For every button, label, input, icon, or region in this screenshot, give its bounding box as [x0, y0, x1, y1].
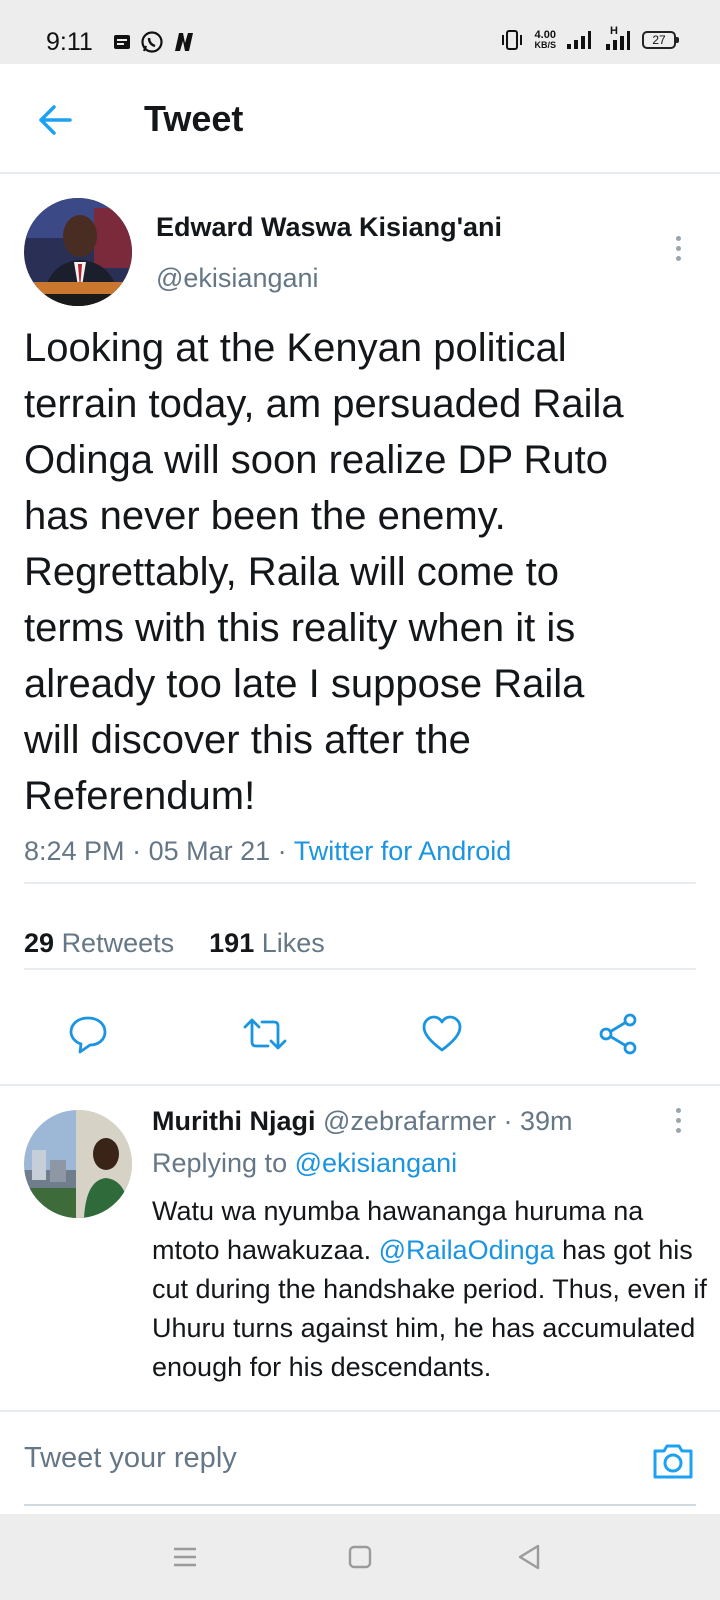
likes-stat[interactable]: 191 Likes	[209, 928, 325, 958]
share-icon	[599, 1013, 637, 1055]
triangle-back-icon	[518, 1544, 540, 1570]
tweet-stats: 29 Retweets 191 Likes	[24, 928, 325, 959]
home-nav-button[interactable]	[343, 1540, 377, 1574]
meta-separator: ·	[132, 836, 149, 866]
retweets-stat[interactable]: 29 Retweets	[24, 928, 174, 958]
signal-h-indicator: H	[602, 25, 632, 51]
tweet-actions	[0, 1012, 720, 1072]
replying-label: Replying to	[152, 1148, 288, 1178]
status-time: 9:11	[46, 28, 93, 56]
input-underline	[24, 1504, 696, 1506]
replying-to-handle[interactable]: @ekisiangani	[295, 1148, 458, 1178]
signal-icon	[567, 31, 591, 49]
reply-author-handle[interactable]: @zebrafarmer	[323, 1106, 496, 1136]
top-app-bar: Tweet	[0, 64, 720, 174]
tweet-more-button[interactable]	[668, 236, 688, 272]
reply-author-avatar[interactable]	[24, 1110, 132, 1218]
arrow-left-icon	[39, 105, 72, 135]
menu-icon	[174, 1547, 196, 1567]
back-nav-button[interactable]	[512, 1540, 546, 1574]
whatsapp-icon	[141, 31, 163, 53]
meta-separator: ·	[503, 1106, 520, 1136]
divider	[24, 882, 696, 884]
share-button[interactable]	[596, 1012, 644, 1060]
reply-button[interactable]	[66, 1012, 114, 1060]
vibrate-icon	[502, 30, 523, 50]
camera-button[interactable]	[650, 1438, 696, 1484]
tweet-meta: 8:24 PM · 05 Mar 21 · Twitter for Androi…	[24, 836, 511, 867]
reply-mention-link[interactable]: @RailaOdinga	[379, 1235, 555, 1265]
divider	[24, 968, 696, 970]
comment-icon	[69, 1016, 107, 1054]
author-avatar[interactable]	[24, 198, 132, 306]
tweet-date: 05 Mar 21	[148, 836, 271, 866]
status-notification-icons	[112, 30, 196, 54]
page-title: Tweet	[144, 98, 244, 139]
author-name[interactable]: Edward Waswa Kisiang'ani	[156, 212, 502, 243]
reply-text: Watu wa nyumba hawananga huruma na mtoto…	[152, 1196, 707, 1382]
retweet-icon	[243, 1018, 287, 1050]
compose-bar: Tweet your reply	[0, 1410, 720, 1514]
battery-indicator: 27	[642, 31, 679, 49]
reply-author-name[interactable]: Murithi Njagi	[152, 1106, 316, 1136]
author-handle[interactable]: @ekisiangani	[156, 263, 319, 294]
camera-icon	[653, 1444, 693, 1479]
reply-more-button[interactable]	[668, 1108, 688, 1138]
menu-nav-button[interactable]	[168, 1540, 202, 1574]
tweet-text: Looking at the Kenyan political terrain …	[24, 326, 624, 818]
square-icon	[348, 1545, 372, 1569]
reply-text-container: Watu wa nyumba hawananga huruma na mtoto…	[152, 1192, 708, 1410]
tweet-source-link[interactable]: Twitter for Android	[294, 836, 512, 866]
reply-age: 39m	[520, 1106, 573, 1136]
tweet-time: 8:24 PM	[24, 836, 125, 866]
status-system-icons: 4.00 KB/S H 27	[500, 25, 679, 51]
back-button[interactable]	[34, 98, 78, 142]
meta-separator: ·	[277, 836, 294, 866]
like-button[interactable]	[420, 1012, 468, 1060]
network-speed: 4.00 KB/S	[534, 29, 556, 51]
heart-icon	[422, 1015, 462, 1052]
reply-header: Murithi Njagi @zebrafarmer · 39m	[152, 1106, 573, 1137]
status-bar: 9:11 4.00 KB/S H 27	[0, 0, 720, 64]
system-nav-bar	[0, 1514, 720, 1600]
replying-to: Replying to @ekisiangani	[152, 1148, 457, 1179]
retweet-button[interactable]	[242, 1012, 290, 1060]
reply-input[interactable]: Tweet your reply	[24, 1442, 237, 1475]
more-vertical-icon	[668, 236, 688, 261]
news-icon	[175, 33, 193, 51]
message-icon	[114, 35, 130, 49]
more-vertical-icon	[668, 1108, 688, 1133]
divider	[0, 1084, 720, 1086]
